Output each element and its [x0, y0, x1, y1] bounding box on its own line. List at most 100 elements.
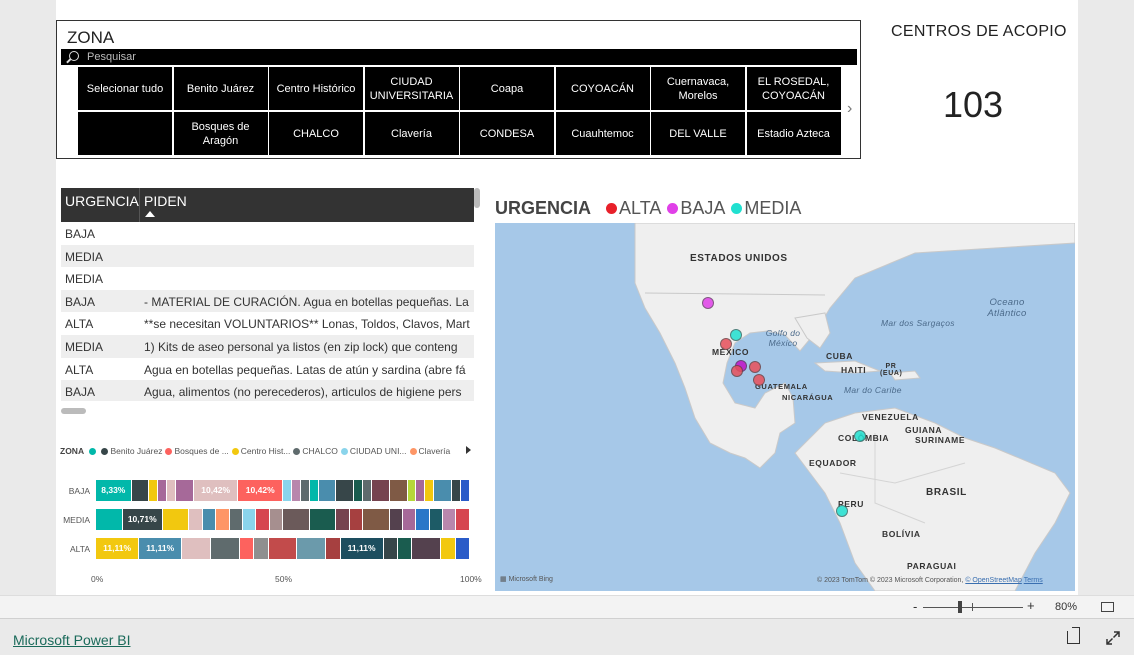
legend-next-icon[interactable]	[466, 446, 471, 454]
legend-item[interactable]: Clavería	[409, 446, 450, 456]
bar-segment[interactable]: 8,33%	[96, 480, 132, 501]
bar-segment[interactable]	[326, 538, 341, 559]
bar-segment[interactable]	[456, 509, 470, 530]
bar-segment[interactable]	[416, 480, 426, 501]
bar-segment[interactable]	[443, 509, 457, 530]
bar-segment[interactable]: 10,42%	[193, 480, 239, 501]
bar-segment[interactable]	[239, 538, 255, 559]
bar-segment[interactable]	[189, 509, 203, 530]
map-marker[interactable]	[731, 365, 743, 377]
slicer-tile[interactable]: CONDESA	[460, 112, 554, 155]
slicer-search-input[interactable]: Pesquisar	[61, 49, 857, 65]
slicer-tile[interactable]: CHALCO	[269, 112, 363, 155]
map-legend-label[interactable]: BAJA	[680, 198, 725, 218]
power-bi-link[interactable]: Microsoft Power BI	[13, 632, 130, 648]
table-row[interactable]: BAJA Agua, alimentos (no perecederos), ar…	[61, 380, 474, 401]
table-row[interactable]: ALTA **se necesitan VOLUNTARIOS** Lonas, …	[61, 312, 474, 335]
slicer-tile[interactable]: Benito Juárez	[173, 67, 268, 110]
bar-segment[interactable]	[336, 480, 355, 501]
legend-item[interactable]: Benito Juárez	[101, 446, 162, 456]
zoom-in-button[interactable]: +	[1027, 598, 1035, 613]
map-marker[interactable]	[730, 329, 742, 341]
map-marker[interactable]	[836, 505, 848, 517]
slicer-tile[interactable]: Coapa	[460, 67, 554, 110]
table-row[interactable]: ALTA Agua en botellas pequeñas. Latas de …	[61, 358, 474, 381]
bar-segment[interactable]	[176, 480, 194, 501]
stacked-bar[interactable]: 11,11% 11,11% 11,11%	[96, 538, 470, 559]
bar-segment[interactable]	[309, 480, 319, 501]
table-row[interactable]: BAJA - MATERIAL DE CURACIÓN. Agua en bote…	[61, 289, 474, 313]
bar-segment[interactable]: 10,71%	[122, 509, 163, 530]
table-row[interactable]: MEDIA	[61, 267, 474, 290]
map-marker[interactable]	[854, 430, 866, 442]
osm-link[interactable]: © OpenStreetMap	[965, 577, 1022, 584]
bar-segment[interactable]	[362, 509, 390, 530]
bar-segment[interactable]	[268, 538, 298, 559]
bar-segment[interactable]	[158, 480, 168, 501]
bar-segment[interactable]	[300, 480, 310, 501]
bar-segment[interactable]	[216, 509, 230, 530]
bar-segment[interactable]	[407, 480, 417, 501]
bar-segment[interactable]	[383, 538, 399, 559]
bar-segment[interactable]	[363, 480, 372, 501]
bar-segment[interactable]	[452, 480, 461, 501]
bar-segment[interactable]	[336, 509, 350, 530]
bar-segment[interactable]	[254, 538, 269, 559]
table-row[interactable]: MEDIA 1) Kits de aseo personal ya listos …	[61, 334, 474, 358]
zoom-out-button[interactable]: -	[913, 599, 917, 614]
bar-segment[interactable]	[389, 509, 404, 530]
table-vertical-scrollbar[interactable]	[474, 188, 480, 208]
bar-segment[interactable]	[149, 480, 159, 501]
legend-item[interactable]: Bosques de ...	[165, 446, 229, 456]
map-marker[interactable]	[720, 338, 732, 350]
legend-item[interactable]: CHALCO	[293, 446, 338, 456]
bar-segment[interactable]	[131, 480, 150, 501]
map-marker[interactable]	[702, 297, 714, 309]
zoom-slider-thumb[interactable]	[958, 601, 962, 613]
bar-segment[interactable]	[282, 509, 310, 530]
table-row[interactable]: BAJA	[61, 222, 474, 245]
bar-segment[interactable]	[211, 538, 240, 559]
map-marker[interactable]	[749, 361, 761, 373]
slicer-tile[interactable]: DEL VALLE	[651, 112, 745, 155]
slicer-tile[interactable]: Bosques de Aragón	[173, 112, 268, 155]
bar-segment[interactable]	[256, 509, 270, 530]
bar-segment[interactable]	[425, 480, 435, 501]
bar-segment[interactable]	[429, 509, 444, 530]
map-legend-label[interactable]: MEDIA	[744, 198, 801, 218]
bar-segment[interactable]	[403, 509, 417, 530]
share-icon[interactable]	[1067, 627, 1080, 644]
slicer-tile[interactable]: Cuernavaca, Morelos	[651, 67, 745, 110]
slicer-tile[interactable]: Centro Histórico	[269, 67, 363, 110]
bar-segment[interactable]	[229, 509, 243, 530]
slicer-tile[interactable]: COYOACÁN	[555, 67, 650, 110]
bar-segment[interactable]	[349, 509, 363, 530]
bar-segment[interactable]	[389, 480, 408, 501]
bar-segment[interactable]	[309, 509, 337, 530]
sort-ascending-icon[interactable]	[145, 211, 155, 217]
slicer-tile[interactable]: Clavería	[364, 112, 459, 155]
stacked-bar[interactable]: 8,33% 10,42% 10,42%	[96, 480, 470, 501]
map-visual[interactable]: ESTADOS UNIDOS Oceano Atlântico Mar dos …	[495, 223, 1075, 591]
legend-item[interactable]: CIUDAD UNI...	[340, 446, 407, 456]
stacked-bar[interactable]: 10,71%	[96, 509, 470, 530]
bar-segment[interactable]	[318, 480, 337, 501]
slicer-tile[interactable]: Cuauhtemoc	[555, 112, 650, 155]
bar-segment[interactable]: 11,11%	[96, 538, 140, 559]
bar-segment[interactable]: 10,42%	[238, 480, 283, 501]
bar-segment[interactable]	[202, 509, 217, 530]
expand-icon[interactable]	[1106, 631, 1120, 645]
bar-segment[interactable]	[96, 509, 123, 530]
bar-segment[interactable]	[291, 480, 301, 501]
bar-segment[interactable]	[182, 538, 212, 559]
fit-to-page-icon[interactable]	[1101, 602, 1114, 612]
column-header-piden[interactable]: PIDEN	[144, 193, 187, 209]
slicer-tile[interactable]: EL ROSEDAL, COYOACÁN	[746, 67, 841, 110]
bar-segment[interactable]: 11,11%	[340, 538, 384, 559]
bar-segment[interactable]	[162, 509, 190, 530]
bar-segment[interactable]	[242, 509, 257, 530]
bar-segment[interactable]	[434, 480, 453, 501]
slicer-tile[interactable]: Estadio Azteca	[746, 112, 841, 155]
bar-segment[interactable]	[460, 480, 470, 501]
bar-segment[interactable]	[416, 509, 430, 530]
